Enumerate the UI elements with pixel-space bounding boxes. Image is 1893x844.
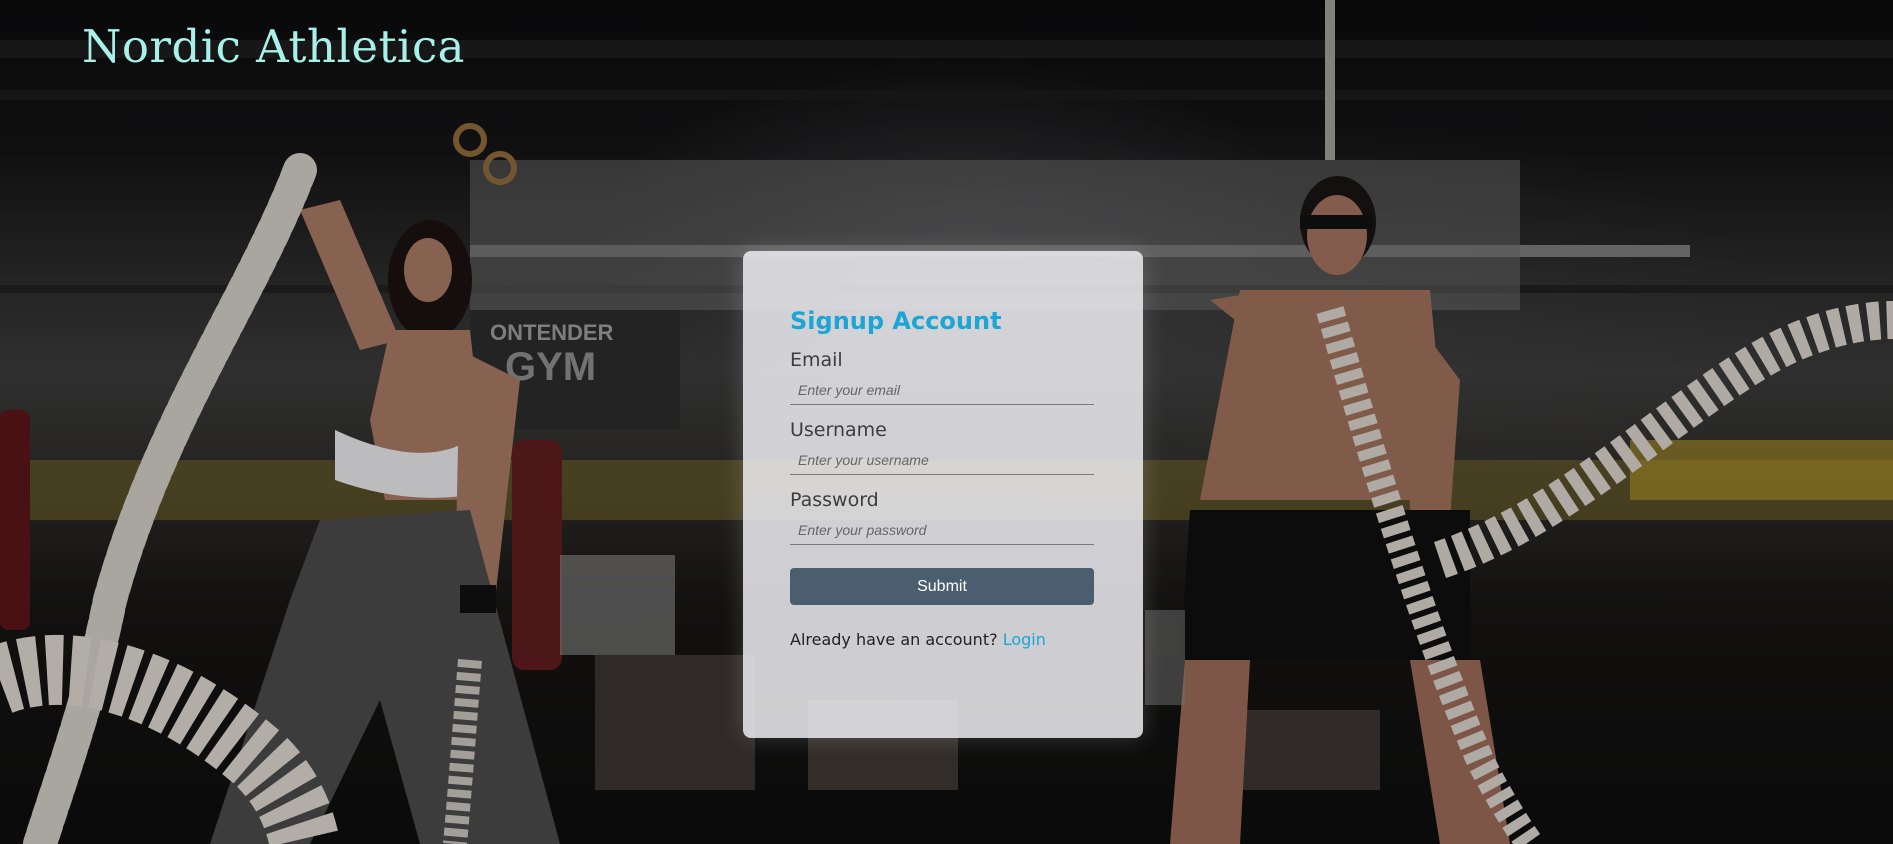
brand-logo-text: Nordic Athletica [82, 20, 465, 73]
password-field-group: Password [790, 489, 1096, 545]
login-link[interactable]: Login [1003, 630, 1046, 649]
email-label: Email [790, 349, 843, 371]
email-field-group: Email [790, 349, 1096, 405]
signup-card: Signup Account Email Username Password S… [743, 251, 1143, 738]
username-label: Username [790, 419, 887, 441]
page: ONTENDER GYM Nordic Athletica Signup Acc… [0, 0, 1893, 844]
login-prompt-line: Already have an account? Login [790, 630, 1096, 649]
submit-button[interactable]: Submit [790, 568, 1094, 605]
username-field-group: Username [790, 419, 1096, 475]
password-label: Password [790, 489, 879, 511]
form-title: Signup Account [790, 307, 1002, 335]
email-input[interactable] [790, 375, 1094, 405]
password-input[interactable] [790, 515, 1094, 545]
login-prompt-text: Already have an account? [790, 630, 998, 649]
username-input[interactable] [790, 445, 1094, 475]
